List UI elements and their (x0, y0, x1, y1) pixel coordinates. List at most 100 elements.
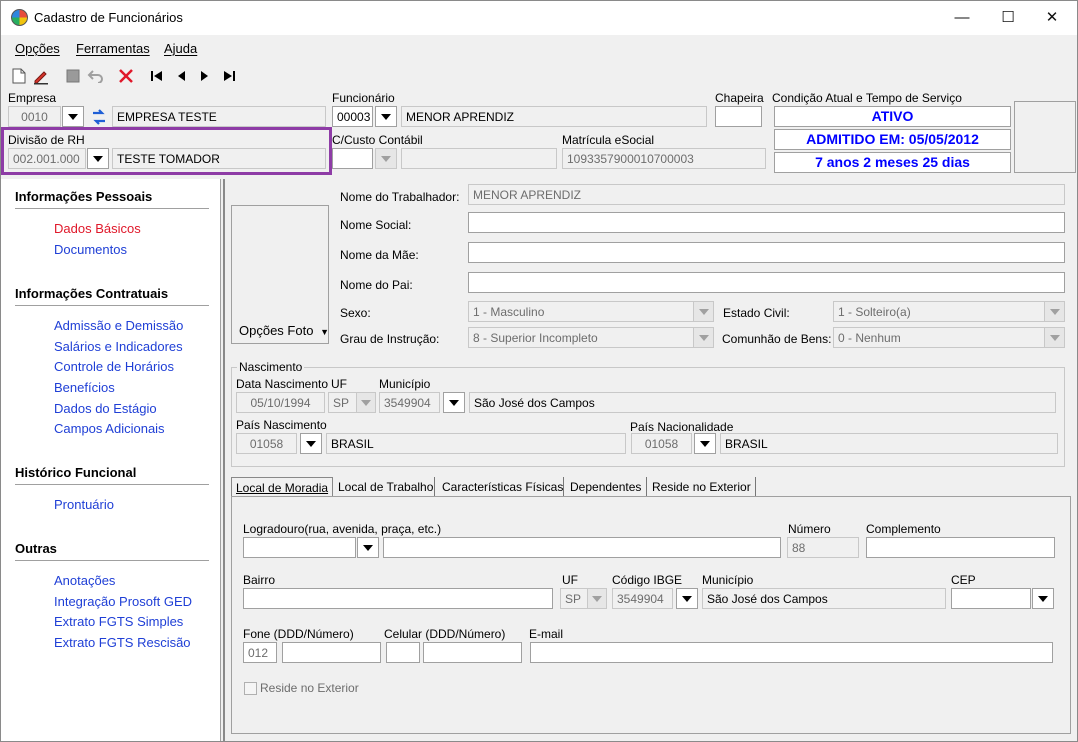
undo-icon[interactable] (86, 66, 106, 86)
photo-options-button[interactable]: Opções Foto ▼ (239, 323, 329, 338)
pais-nascimento-dropdown-button[interactable] (300, 433, 322, 454)
sexo-select[interactable]: 1 - Masculino (468, 301, 714, 322)
cep-dropdown-button[interactable] (1032, 588, 1054, 609)
tab-local-moradia[interactable]: Local de Moradia (231, 477, 333, 497)
sidebar-item-salarios[interactable]: Salários e Indicadores (54, 339, 183, 354)
reside-exterior-checkbox[interactable] (244, 682, 257, 695)
menu-bar: Opções Ferramentas Ajuda (1, 37, 1077, 59)
last-record-icon[interactable] (219, 66, 239, 86)
pais-nascimento-code-field[interactable]: 01058 (236, 433, 297, 454)
custo-name-field (401, 148, 557, 169)
social-label: Nome Social: (340, 218, 412, 232)
pai-field[interactable] (468, 272, 1065, 293)
complemento-field[interactable] (866, 537, 1055, 558)
divider (15, 484, 209, 485)
logradouro-tipo-select[interactable] (243, 537, 356, 558)
app-logo-icon (11, 9, 28, 26)
logradouro-field[interactable] (383, 537, 781, 558)
next-record-icon[interactable] (195, 66, 215, 86)
bairro-label: Bairro (243, 573, 276, 587)
ibge-label: Código IBGE (612, 573, 683, 587)
fone-numero-field[interactable] (282, 642, 381, 663)
celular-ddd-field[interactable] (386, 642, 420, 663)
empresa-dropdown-button[interactable] (62, 106, 84, 127)
sidebar-item-horarios[interactable]: Controle de Horários (54, 359, 174, 374)
maximize-button[interactable]: ☐ (985, 1, 1031, 33)
tab-caracteristicas[interactable]: Características Físicas (438, 477, 564, 497)
new-document-icon[interactable] (9, 66, 29, 86)
bairro-field[interactable] (243, 588, 553, 609)
tab-local-trabalho[interactable]: Local de Trabalho (334, 477, 435, 497)
minimize-button[interactable]: — (939, 1, 985, 33)
refresh-arrow-icon[interactable] (88, 107, 110, 126)
uf-dropdown-button[interactable] (356, 392, 376, 413)
employee-thumbnail (1014, 101, 1076, 173)
tab-reside-exterior[interactable]: Reside no Exterior (648, 477, 756, 497)
moradia-municipio-label: Município (702, 573, 754, 587)
previous-record-icon[interactable] (171, 66, 191, 86)
sidebar-item-documentos[interactable]: Documentos (54, 242, 127, 257)
sidebar-item-anotacoes[interactable]: Anotações (54, 573, 115, 588)
funcionario-label: Funcionário (332, 91, 395, 105)
toolbar (1, 63, 1077, 89)
nome-field[interactable]: MENOR APRENDIZ (468, 184, 1065, 205)
celular-numero-field[interactable] (423, 642, 522, 663)
custo-field[interactable] (332, 148, 373, 169)
sidebar-item-prontuario[interactable]: Prontuário (54, 497, 114, 512)
pais-nacionalidade-dropdown-button[interactable] (694, 433, 716, 454)
chapeira-field[interactable] (715, 106, 762, 127)
moradia-uf-dropdown-button[interactable] (587, 588, 607, 609)
grau-select[interactable]: 8 - Superior Incompleto (468, 327, 714, 348)
sidebar-item-campos-adicionais[interactable]: Campos Adicionais (54, 421, 165, 436)
moradia-uf-label: UF (562, 573, 578, 587)
splitter[interactable] (223, 179, 225, 741)
comunhao-dropdown-button[interactable] (1044, 327, 1065, 348)
mae-field[interactable] (468, 242, 1065, 263)
sidebar-item-dados-basicos[interactable]: Dados Básicos (54, 221, 141, 236)
pais-nascimento-name-field: BRASIL (326, 433, 626, 454)
menu-ajuda[interactable]: Ajuda (164, 41, 197, 56)
ibge-dropdown-button[interactable] (676, 588, 698, 609)
funcionario-dropdown-button[interactable] (375, 106, 397, 127)
first-record-icon[interactable] (147, 66, 167, 86)
funcionario-code-field[interactable]: 00003 (332, 106, 373, 127)
municipio-code-field[interactable]: 3549904 (379, 392, 440, 413)
sidebar-item-fgts-rescisao[interactable]: Extrato FGTS Rescisão (54, 635, 191, 650)
comunhao-select[interactable]: 0 - Nenhum (833, 327, 1065, 348)
edit-pencil-icon[interactable] (31, 66, 51, 86)
menu-ferramentas[interactable]: Ferramentas (76, 41, 150, 56)
email-field[interactable] (530, 642, 1053, 663)
municipio-label: Município (379, 377, 431, 391)
tab-dependentes[interactable]: Dependentes (566, 477, 647, 497)
grau-dropdown-button[interactable] (693, 327, 714, 348)
ibge-field[interactable]: 3549904 (612, 588, 673, 609)
custo-dropdown-button[interactable] (375, 148, 397, 169)
sidebar: Informações Pessoais Dados Básicos Docum… (1, 179, 221, 741)
civil-select[interactable]: 1 - Solteiro(a) (833, 301, 1065, 322)
social-field[interactable] (468, 212, 1065, 233)
menu-opcoes[interactable]: Opções (15, 41, 60, 56)
civil-dropdown-button[interactable] (1044, 301, 1065, 322)
sidebar-item-beneficios[interactable]: Benefícios (54, 380, 115, 395)
sexo-dropdown-button[interactable] (693, 301, 714, 322)
sidebar-item-estagio[interactable]: Dados do Estágio (54, 401, 157, 416)
delete-x-icon[interactable] (116, 66, 136, 86)
sidebar-item-admissao[interactable]: Admissão e Demissão (54, 318, 183, 333)
logradouro-tipo-dropdown-button[interactable] (357, 537, 379, 558)
sidebar-item-fgts-simples[interactable]: Extrato FGTS Simples (54, 614, 183, 629)
condicao-label: Condição Atual e Tempo de Serviço (772, 91, 962, 105)
window-title: Cadastro de Funcionários (34, 10, 183, 25)
save-stop-icon[interactable] (63, 66, 83, 86)
numero-field[interactable]: 88 (787, 537, 859, 558)
fone-ddd-field[interactable]: 012 (243, 642, 277, 663)
divider (15, 208, 209, 209)
cep-field[interactable] (951, 588, 1031, 609)
municipio-name-field: São José dos Campos (469, 392, 1056, 413)
pais-nacionalidade-code-field[interactable]: 01058 (631, 433, 692, 454)
close-button[interactable]: ✕ (1029, 1, 1075, 33)
municipio-dropdown-button[interactable] (443, 392, 465, 413)
photo-options-label: Opções Foto (239, 323, 314, 338)
sidebar-item-ged[interactable]: Integração Prosoft GED (54, 594, 192, 609)
data-nascimento-field[interactable]: 05/10/1994 (236, 392, 325, 413)
empresa-code-field[interactable]: 0010 (8, 106, 61, 127)
